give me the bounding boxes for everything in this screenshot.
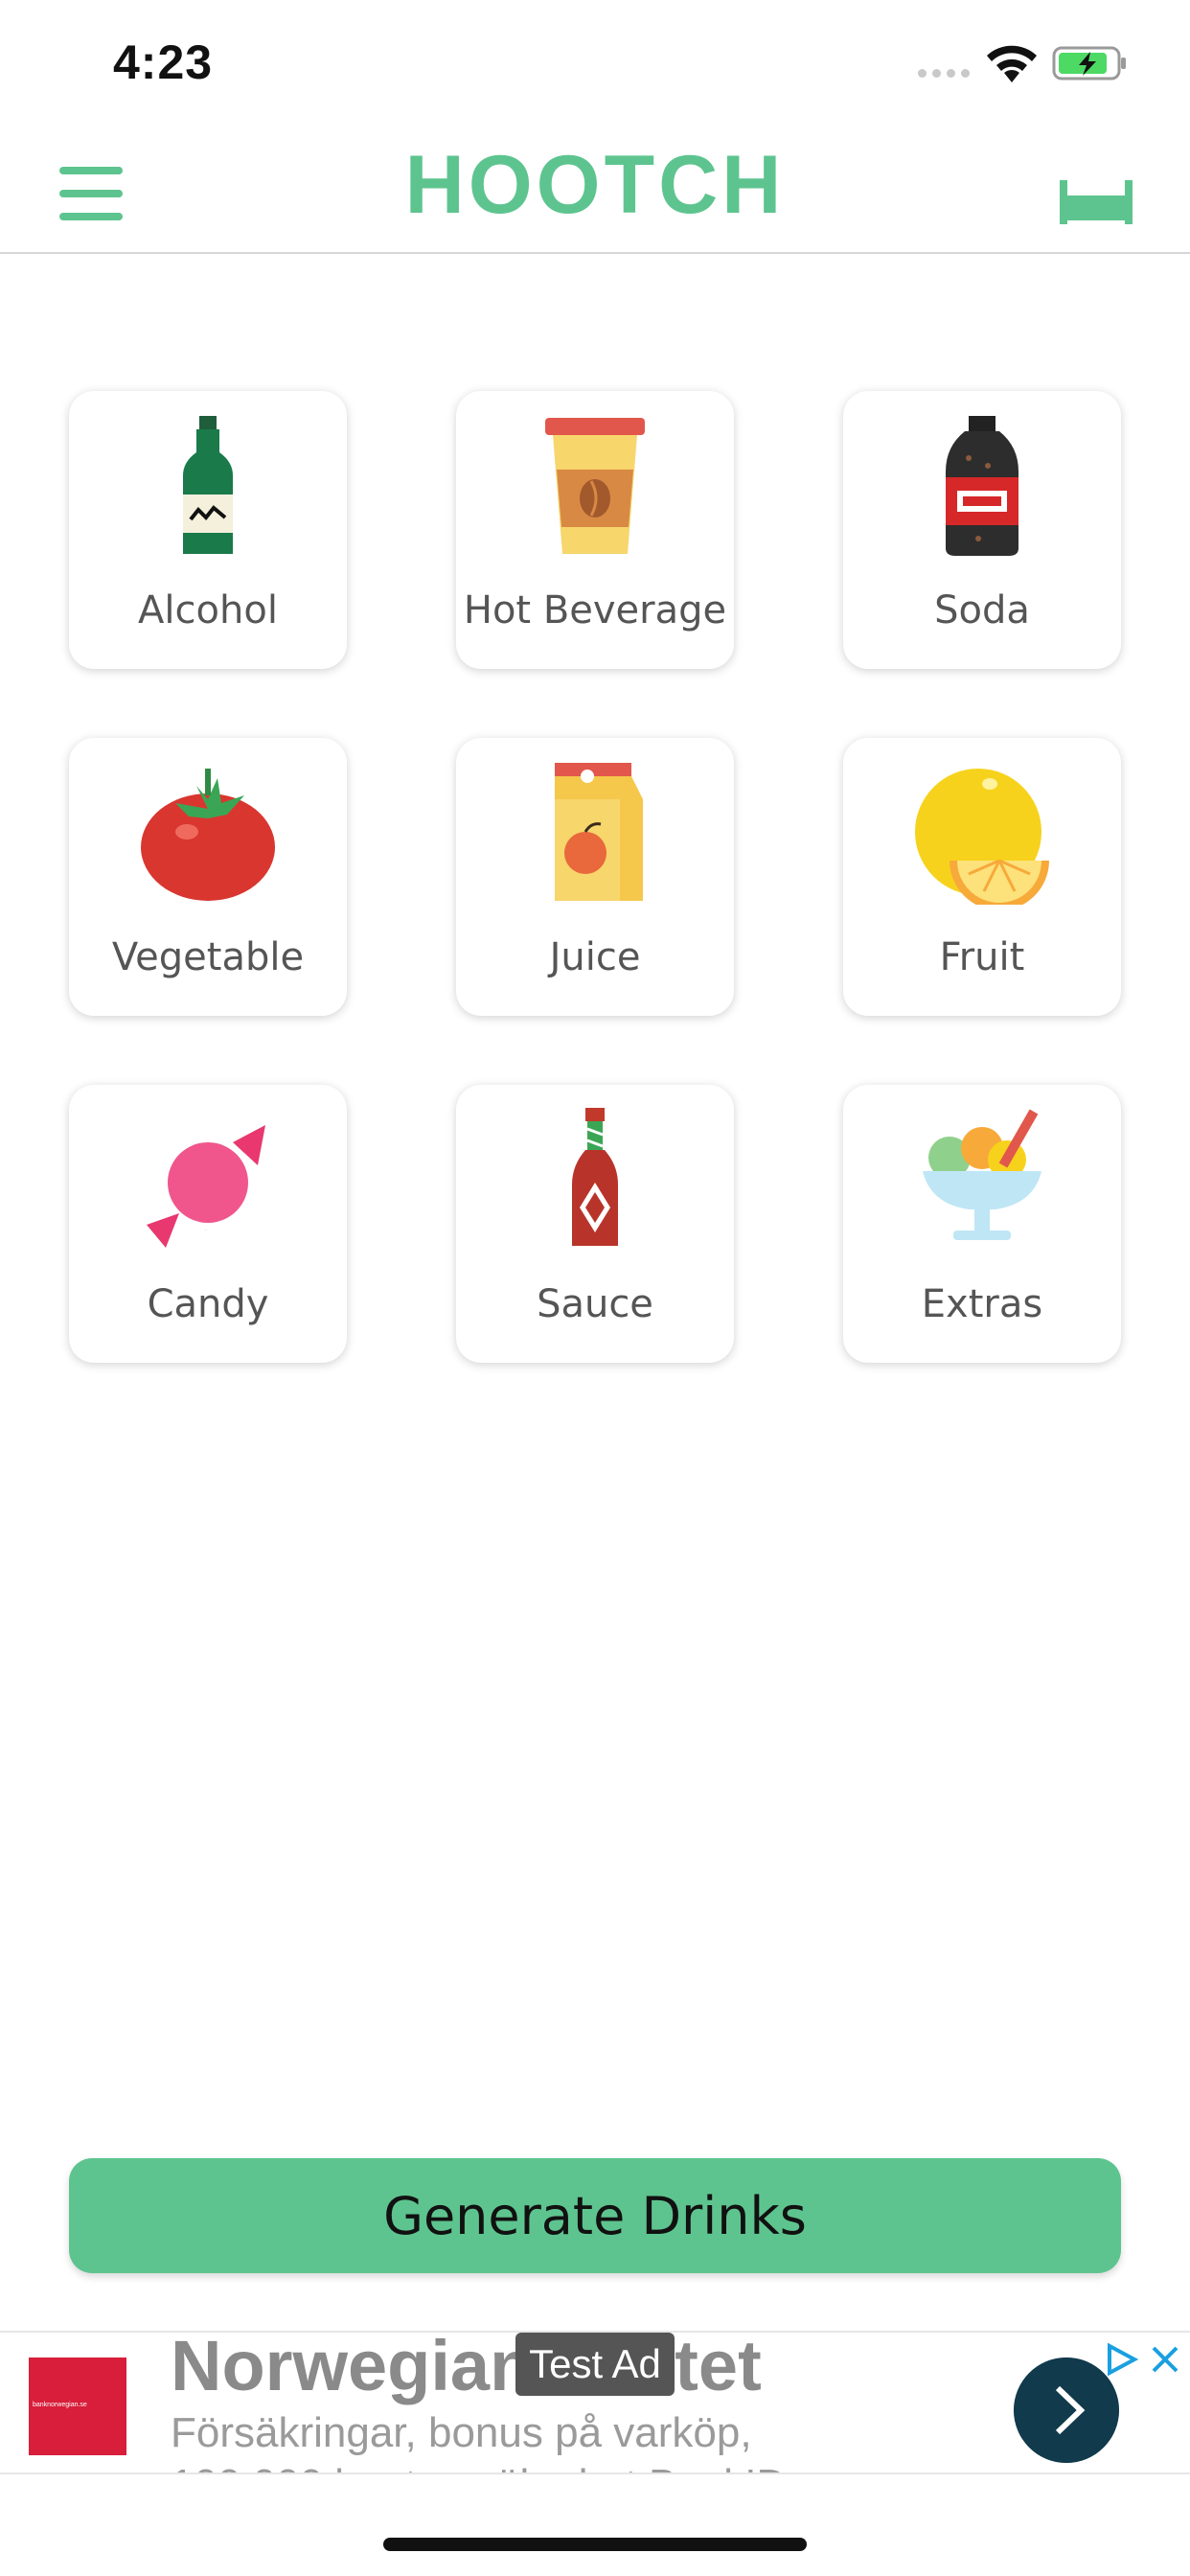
alcohol-bottle-icon	[183, 416, 233, 554]
category-sauce[interactable]: Sauce	[456, 1085, 734, 1363]
category-juice[interactable]: Juice	[456, 738, 734, 1016]
category-alcohol[interactable]: Alcohol	[69, 391, 347, 669]
soda-bottle-icon	[946, 416, 1018, 556]
bed-icon[interactable]	[1060, 180, 1133, 224]
juice-carton-icon	[555, 763, 643, 901]
ice-cream-sundae-icon	[923, 1109, 1041, 1240]
ad-logo-text: banknorwegian.se	[33, 2402, 87, 2408]
category-candy[interactable]: Candy	[69, 1085, 347, 1363]
candy-icon	[147, 1125, 265, 1248]
close-icon[interactable]	[1146, 2340, 1184, 2379]
status-bar: 4:23	[0, 0, 1190, 125]
ad-subtext: Försäkringar, bonus på varköp,	[171, 2409, 752, 2456]
category-label: Sauce	[537, 1282, 653, 1326]
category-label: Candy	[147, 1282, 269, 1326]
home-indicator[interactable]	[383, 2538, 807, 2551]
status-time: 4:23	[113, 35, 214, 89]
category-grid: Alcohol Hot Beverage Soda Vegetable Juic…	[69, 391, 1121, 1363]
category-label: Juice	[549, 935, 641, 979]
category-hot-beverage[interactable]: Hot Beverage	[456, 391, 734, 669]
coffee-cup-icon	[545, 418, 645, 554]
category-soda[interactable]: Soda	[843, 391, 1121, 669]
category-extras[interactable]: Extras	[843, 1085, 1121, 1363]
category-label: Hot Beverage	[463, 588, 727, 632]
nav-bar: HOOTCH	[0, 125, 1190, 254]
lemon-icon	[915, 769, 1049, 905]
ad-subtext-2: 100.000 kr utan säkerhet BankID	[171, 2461, 787, 2472]
cellular-signal-icon	[918, 69, 970, 78]
app-title: HOOTCH	[404, 139, 786, 231]
ad-logo: banknorwegian.se	[29, 2358, 126, 2455]
ad-banner[interactable]: banknorwegian.se Norwegian Kortet Försäk…	[0, 2331, 1190, 2474]
ad-choices-icon[interactable]	[1102, 2340, 1140, 2379]
category-label: Extras	[921, 1282, 1043, 1326]
category-label: Alcohol	[138, 588, 278, 632]
battery-charging-icon	[1052, 46, 1126, 80]
tomato-icon	[141, 769, 275, 901]
test-ad-badge: Test Ad	[515, 2333, 675, 2396]
category-vegetable[interactable]: Vegetable	[69, 738, 347, 1016]
category-label: Fruit	[939, 935, 1025, 979]
category-label: Soda	[934, 588, 1030, 632]
hot-sauce-icon	[572, 1108, 618, 1246]
generate-drinks-button[interactable]: Generate Drinks	[69, 2158, 1121, 2273]
wifi-icon	[987, 45, 1037, 82]
category-label: Vegetable	[111, 935, 305, 979]
category-fruit[interactable]: Fruit	[843, 738, 1121, 1016]
